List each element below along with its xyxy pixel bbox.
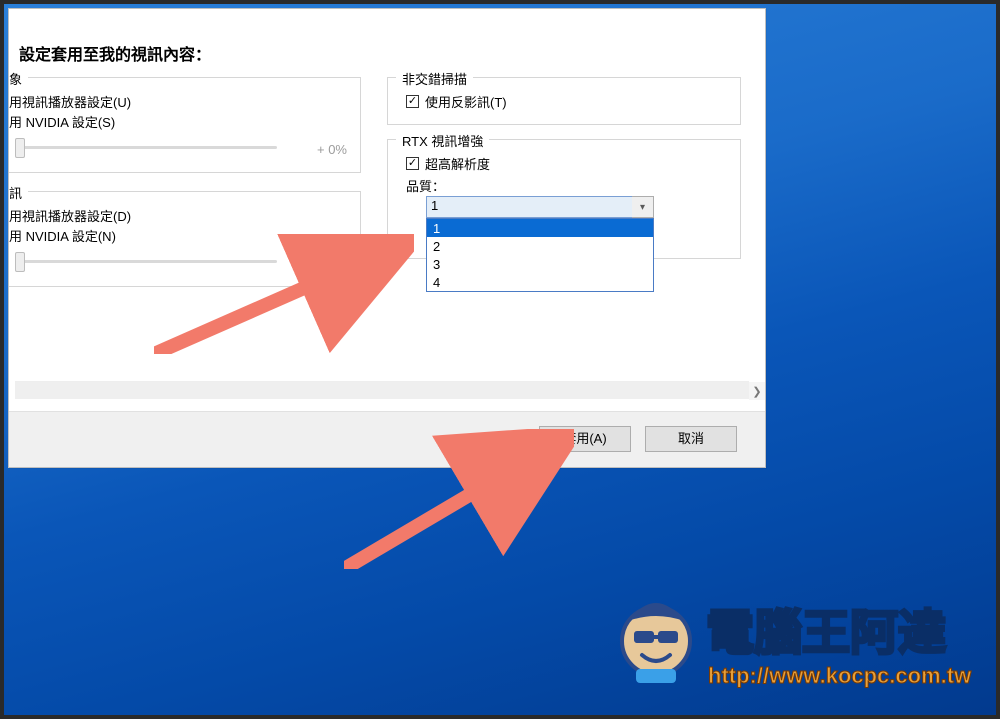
radio-use-player-settings-d[interactable]: 用視訊播放器設定(D) <box>9 206 131 225</box>
section-heading: 設定套用至我的視訊內容： <box>19 41 211 65</box>
panel-content: 設定套用至我的視訊內容： 象 用視訊播放器設定(U) 用 NVIDIA 設定(S… <box>9 9 765 401</box>
desktop-background: 設定套用至我的視訊內容： 象 用視訊播放器設定(U) 用 NVIDIA 設定(S… <box>0 0 1000 719</box>
slider-track[interactable] <box>17 146 277 149</box>
chevron-down-icon[interactable]: ▾ <box>632 196 654 218</box>
quality-option-1[interactable]: 1 <box>427 219 653 237</box>
dialog-footer: 套用(A) 取消 <box>9 411 765 467</box>
slider-value: + 0% <box>317 142 347 157</box>
slider-row: + 0% <box>17 248 347 274</box>
quality-option-4[interactable]: 4 <box>427 273 653 291</box>
radio-use-nvidia-settings-s[interactable]: 用 NVIDIA 設定(S) <box>9 112 115 131</box>
watermark-text: 電腦王阿達 <box>706 607 946 660</box>
rtx-video-enhance-group: RTX 視訊增強 超高解析度 品質： 1 ▾ 1 2 3 4 <box>387 139 741 259</box>
quality-option-3[interactable]: 3 <box>427 255 653 273</box>
apply-button[interactable]: 套用(A) <box>539 426 631 452</box>
scroll-right-arrow-icon[interactable]: ❯ <box>749 382 765 400</box>
deinterlace-group: 非交錯掃描 使用反影訊(T) <box>387 77 741 125</box>
checkbox-icon <box>406 157 419 170</box>
radio-use-nvidia-settings-n[interactable]: 用 NVIDIA 設定(N) <box>9 226 116 245</box>
slider-thumb[interactable] <box>15 138 25 158</box>
group-title: 象 <box>9 69 28 88</box>
quality-option-2[interactable]: 2 <box>427 237 653 255</box>
checkbox-label: 使用反影訊(T) <box>425 92 507 111</box>
info-settings-group: 訊 用視訊播放器設定(D) 用 NVIDIA 設定(N) + 0% <box>9 191 361 287</box>
watermark-url: http://www.kocpc.com.tw <box>708 663 972 688</box>
settings-panel-window: 設定套用至我的視訊內容： 象 用視訊播放器設定(U) 用 NVIDIA 設定(S… <box>8 8 766 468</box>
group-title: 非交錯掃描 <box>396 69 473 88</box>
cancel-button[interactable]: 取消 <box>645 426 737 452</box>
group-title: RTX 視訊增強 <box>396 131 489 150</box>
group-title: 訊 <box>9 183 28 202</box>
checkbox-icon <box>406 95 419 108</box>
slider-value: + 0% <box>317 256 347 271</box>
slider-track[interactable] <box>17 260 277 263</box>
image-settings-group: 象 用視訊播放器設定(U) 用 NVIDIA 設定(S) + 0% <box>9 77 361 173</box>
checkbox-label: 超高解析度 <box>425 154 490 173</box>
quality-dropdown-list: 1 2 3 4 <box>426 218 654 292</box>
check-super-resolution[interactable]: 超高解析度 <box>406 154 490 173</box>
quality-select[interactable]: 1 <box>426 196 654 218</box>
slider-thumb[interactable] <box>15 252 25 272</box>
quality-label: 品質： <box>406 176 445 195</box>
slider-row: + 0% <box>17 134 347 160</box>
watermark-logo: 電腦王阿達 http://www.kocpc.com.tw <box>606 591 986 705</box>
radio-use-player-settings-u[interactable]: 用視訊播放器設定(U) <box>9 92 131 111</box>
check-inverse-telecine[interactable]: 使用反影訊(T) <box>406 92 507 111</box>
horizontal-scrollbar[interactable]: ❯ <box>15 381 749 399</box>
